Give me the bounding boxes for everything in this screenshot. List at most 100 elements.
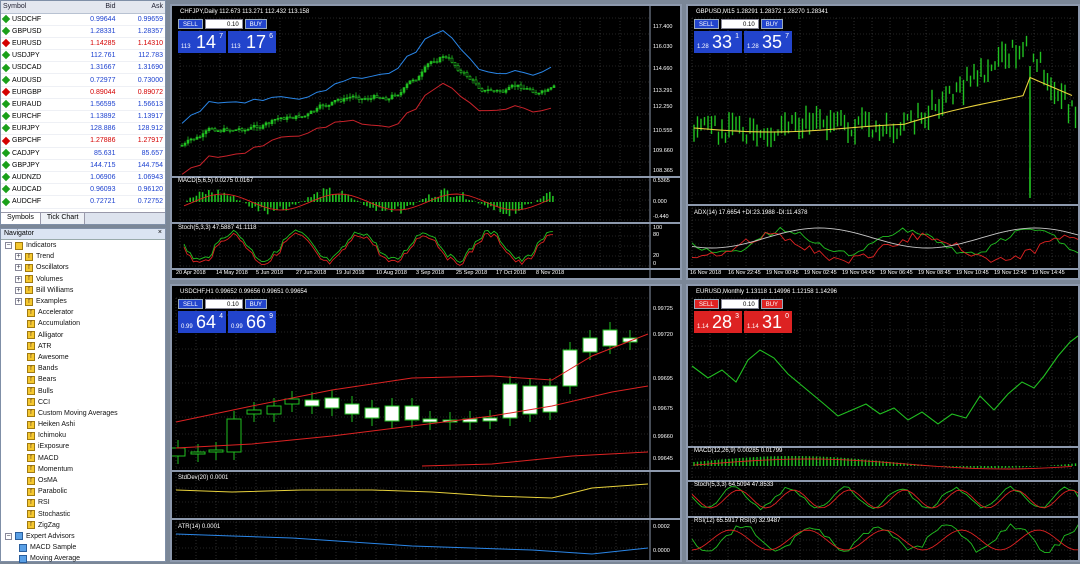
expand-icon[interactable]: + — [15, 275, 22, 283]
buy-button[interactable]: BUY — [760, 299, 784, 309]
close-icon[interactable]: × — [158, 229, 162, 236]
symbol-cell[interactable]: EURAUD — [1, 98, 70, 112]
atr-line — [175, 533, 649, 555]
tree-item-indicator[interactable]: f Accelerator — [1, 307, 165, 318]
market-watch-row[interactable]: GBPJPY 144.715 144.754 — [1, 159, 165, 172]
tree-item-indicator[interactable]: f CCI — [1, 397, 165, 408]
expand-icon[interactable]: + — [15, 253, 22, 261]
tree-item-expert-advisors[interactable]: − Expert Advisors — [1, 531, 165, 542]
symbol-cell[interactable]: CADJPY — [1, 147, 70, 160]
symbol-cell[interactable]: EURGBP — [1, 86, 70, 99]
tree-item-folder[interactable]: + f Examples — [1, 296, 165, 307]
buy-price[interactable]: 0.99 66 9 — [228, 311, 276, 333]
symbol-cell[interactable]: AUDNZD — [1, 171, 70, 185]
tree-item-expert[interactable]: MACD Sample — [1, 542, 165, 553]
lot-size-input[interactable]: 0.10 — [720, 299, 759, 309]
symbol-cell[interactable]: AUDCAD — [1, 183, 70, 197]
sell-price[interactable]: 113 14 7 — [178, 31, 226, 53]
tree-item-indicator[interactable]: f OsMA — [1, 475, 165, 486]
symbol-cell[interactable]: GBPUSD — [1, 25, 70, 38]
sell-button[interactable]: SELL — [694, 19, 719, 29]
tree-item-indicator[interactable]: f Parabolic — [1, 486, 165, 497]
symbol-cell[interactable]: GBPJPY — [1, 159, 70, 172]
market-watch-row[interactable]: GBPUSD 1.28331 1.28357 — [1, 25, 165, 38]
buy-price[interactable]: 1.28 35 7 — [744, 31, 792, 53]
market-watch-row[interactable]: USDJPY 112.761 112.783 — [1, 49, 165, 63]
lot-size-input[interactable]: 0.10 — [204, 299, 243, 309]
market-watch-row[interactable]: GBPCHF 1.27886 1.27917 — [1, 134, 165, 148]
symbol-cell[interactable]: GBPCHF — [1, 134, 70, 148]
tree-item-indicator[interactable]: f MACD — [1, 453, 165, 464]
tree-item-indicator[interactable]: f Alligator — [1, 330, 165, 341]
market-watch-row[interactable]: AUDNZD 1.06906 1.06943 — [1, 171, 165, 185]
tree-item-indicator[interactable]: f Heiken Ashi — [1, 419, 165, 430]
market-watch-row[interactable]: USDCAD 1.31667 1.31690 — [1, 61, 165, 75]
tab-symbols[interactable]: Symbols — [1, 213, 41, 224]
tree-item-folder[interactable]: + f Bill Williams — [1, 285, 165, 296]
market-watch-row[interactable]: AUDCAD 0.96093 0.96120 — [1, 183, 165, 197]
symbol-cell[interactable]: AUDCHF — [1, 195, 70, 209]
market-watch-row[interactable]: USDCHF 0.99644 0.99659 — [1, 13, 165, 26]
tree-item-indicator[interactable]: f Bands — [1, 363, 165, 374]
tree-item-indicator[interactable]: f Bears — [1, 374, 165, 385]
market-watch-row[interactable]: EURJPY 128.886 128.912 — [1, 122, 165, 136]
tree-item-expert[interactable]: Moving Average — [1, 553, 165, 564]
symbol-cell[interactable]: USDJPY — [1, 49, 70, 63]
sell-button[interactable]: SELL — [694, 299, 719, 309]
symbol-cell[interactable]: USDCAD — [1, 61, 70, 75]
ask-header[interactable]: Ask — [117, 1, 165, 14]
tree-item-indicators[interactable]: − Indicators — [1, 240, 165, 251]
tree-item-indicator[interactable]: f Custom Moving Averages — [1, 408, 165, 419]
tab-tick-chart[interactable]: Tick Chart — [40, 213, 86, 224]
sell-button[interactable]: SELL — [178, 299, 203, 309]
chart-eurusd-monthly[interactable]: EURUSD,Monthly 1.13118 1.14996 1.12158 1… — [686, 284, 1080, 562]
tree-item-folder[interactable]: + f Volumes — [1, 274, 165, 285]
lot-size-input[interactable]: 0.10 — [720, 19, 759, 29]
market-watch-row[interactable]: EURCHF 1.13892 1.13917 — [1, 110, 165, 124]
tree-item-indicator[interactable]: f Momentum — [1, 464, 165, 475]
candle — [364, 407, 380, 419]
tree-item-indicator[interactable]: f ZigZag — [1, 520, 165, 531]
expand-icon[interactable]: + — [15, 286, 22, 294]
tree-item-indicator[interactable]: f Stochastic — [1, 509, 165, 520]
tree-item-indicator[interactable]: f Awesome — [1, 352, 165, 363]
collapse-icon[interactable]: − — [5, 242, 12, 250]
buy-price[interactable]: 113 17 6 — [228, 31, 276, 53]
buy-price[interactable]: 1.14 31 0 — [744, 311, 792, 333]
lot-size-input[interactable]: 0.10 — [204, 19, 243, 29]
collapse-icon[interactable]: − — [5, 532, 12, 540]
symbol-cell[interactable]: USDCHF — [1, 13, 70, 26]
tree-item-indicator[interactable]: f Accumulation — [1, 318, 165, 329]
symbol-cell[interactable]: EURCHF — [1, 110, 70, 124]
sell-price[interactable]: 1.14 28 3 — [694, 311, 742, 333]
market-watch-row[interactable]: AUDCHF 0.72721 0.72752 — [1, 195, 165, 209]
tree-item-folder[interactable]: + f Oscillators — [1, 262, 165, 273]
symbol-cell[interactable]: EURUSD — [1, 37, 70, 51]
chart-gbpusd-m15[interactable]: GBPUSD,M15 1.28291 1.28372 1.28270 1.283… — [686, 4, 1080, 280]
market-watch-row[interactable]: EURGBP 0.89044 0.89072 — [1, 86, 165, 99]
symbol-cell[interactable]: AUDUSD — [1, 73, 70, 87]
bid-header[interactable]: Bid — [69, 1, 118, 14]
tree-item-indicator[interactable]: f Bulls — [1, 385, 165, 396]
sell-price[interactable]: 1.28 33 1 — [694, 31, 742, 53]
tree-item-indicator[interactable]: f ATR — [1, 341, 165, 352]
sell-price[interactable]: 0.99 64 4 — [178, 311, 226, 333]
market-watch-row[interactable]: AUDUSD 0.72977 0.73000 — [1, 73, 165, 87]
expand-icon[interactable]: + — [15, 264, 22, 272]
chart-usdchf-h1[interactable]: USDCHF,H1 0.99652 0.99656 0.99651 0.9965… — [170, 284, 682, 562]
symbol-header[interactable]: Symbol — [1, 1, 70, 14]
market-watch-row[interactable]: CADJPY 85.631 85.657 — [1, 147, 165, 160]
market-watch-row[interactable]: EURAUD 1.56595 1.56613 — [1, 98, 165, 112]
buy-button[interactable]: BUY — [244, 19, 268, 29]
symbol-cell[interactable]: EURJPY — [1, 122, 70, 136]
tree-item-indicator[interactable]: f RSI — [1, 497, 165, 508]
tree-item-folder[interactable]: + f Trend — [1, 251, 165, 262]
tree-item-indicator[interactable]: f Ichimoku — [1, 430, 165, 441]
buy-button[interactable]: BUY — [244, 299, 268, 309]
sell-button[interactable]: SELL — [178, 19, 203, 29]
market-watch-row[interactable]: EURUSD 1.14285 1.14310 — [1, 37, 165, 51]
expand-icon[interactable]: + — [15, 298, 22, 306]
tree-item-indicator[interactable]: f iExposure — [1, 441, 165, 452]
chart-chfjpy-daily[interactable]: CHFJPY,Daily 112.673 113.271 112.432 113… — [170, 4, 682, 280]
buy-button[interactable]: BUY — [760, 19, 784, 29]
